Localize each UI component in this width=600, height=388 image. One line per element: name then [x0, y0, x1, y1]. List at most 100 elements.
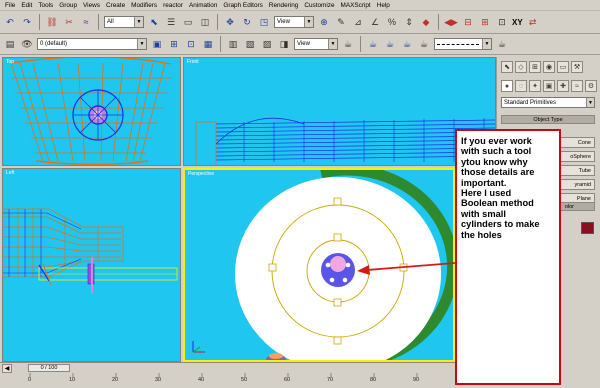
time-prev-icon[interactable]: ◀ — [2, 363, 12, 373]
spinner-snap-icon[interactable]: ⇕ — [402, 15, 416, 29]
viewport-left-label[interactable]: Left — [6, 170, 14, 176]
create-tab-icon[interactable]: ⬉ — [501, 61, 513, 73]
menu-file[interactable]: File — [2, 2, 18, 9]
menu-help[interactable]: Help — [374, 2, 393, 9]
normal-align-icon[interactable]: ⊞ — [478, 15, 492, 29]
bind-space-warp-icon[interactable]: ≈ — [79, 15, 93, 29]
lights-icon[interactable]: ✦ — [529, 80, 541, 92]
left-viewport-drawing — [3, 208, 178, 293]
percent-snap-icon[interactable]: % — [385, 15, 399, 29]
mirror-icon[interactable]: ◀▶ — [444, 15, 458, 29]
menu-graph-editors[interactable]: Graph Editors — [220, 2, 265, 9]
selection-filter-dropdown[interactable]: All ▼ — [104, 16, 144, 28]
select-and-move-icon[interactable]: ✥ — [223, 15, 237, 29]
redo-icon[interactable]: ↷ — [20, 15, 34, 29]
cameras-icon[interactable]: ▣ — [543, 80, 555, 92]
cone-button[interactable]: Cone — [558, 137, 595, 148]
curve-editor-icon[interactable]: ▥ — [226, 37, 240, 51]
select-link-icon[interactable]: ⛓ — [45, 15, 59, 29]
mirror-axis-icon[interactable]: ⇄ — [526, 15, 540, 29]
place-highlight-icon[interactable]: ⊡ — [495, 15, 509, 29]
modify-tab-icon[interactable]: ◇ — [515, 61, 527, 73]
select-and-scale-icon[interactable]: ◳ — [257, 15, 271, 29]
viewport-top[interactable]: Top — [2, 57, 181, 166]
material-editor-icon[interactable]: ▨ — [260, 37, 274, 51]
menu-views[interactable]: Views — [80, 2, 103, 9]
tube-button[interactable]: Tube — [558, 165, 595, 176]
menu-group[interactable]: Group — [56, 2, 80, 9]
viewport-top-label[interactable]: Top — [6, 59, 14, 65]
rectangular-selection-icon[interactable]: ▭ — [181, 15, 195, 29]
reference-coordinate-dropdown[interactable]: View ▼ — [274, 16, 314, 28]
render-setup-icon[interactable]: ◨ — [277, 37, 291, 51]
top-viewport-drawing — [10, 58, 172, 165]
active-shade-icon[interactable]: ☕ — [400, 37, 414, 51]
menu-modifiers[interactable]: Modifiers — [128, 2, 160, 9]
select-object-icon[interactable]: ⬉ — [147, 15, 161, 29]
pivot-center-icon[interactable]: ⊕ — [317, 15, 331, 29]
layer-value: 0 (default) — [40, 41, 68, 47]
menu-animation[interactable]: Animation — [186, 2, 220, 9]
viewport-front-label[interactable]: Front — [187, 59, 199, 65]
select-layer-icon[interactable]: ⊡ — [184, 37, 198, 51]
line-style-dropdown[interactable]: ▼ — [434, 38, 492, 50]
geosphere-button[interactable]: oSphere — [558, 151, 595, 162]
motion-tab-icon[interactable]: ◉ — [543, 61, 555, 73]
unlink-icon[interactable]: ✂ — [62, 15, 76, 29]
front-viewport-drawing — [195, 117, 495, 165]
named-selection-icon[interactable]: ◆ — [419, 15, 433, 29]
add-to-layer-icon[interactable]: ⊞ — [167, 37, 181, 51]
hierarchy-tab-icon[interactable]: ⊞ — [529, 61, 541, 73]
angle-snap-icon[interactable]: ∠ — [368, 15, 382, 29]
render-last-icon[interactable]: ☕ — [383, 37, 397, 51]
time-slider[interactable]: 0 / 100 — [28, 364, 70, 372]
systems-icon[interactable]: ⚙ — [585, 80, 597, 92]
display-tab-icon[interactable]: ▭ — [557, 61, 569, 73]
helpers-icon[interactable]: ✚ — [557, 80, 569, 92]
layer-dropdown[interactable]: 0 (default) ▼ — [37, 38, 147, 50]
viewport-perspective-label[interactable]: Perspective — [188, 171, 214, 177]
menu-bar: File Edit Tools Group Views Create Modif… — [0, 0, 600, 11]
object-color-swatch[interactable] — [581, 222, 594, 234]
viewport-front[interactable]: Front — [183, 57, 496, 166]
align-icon[interactable]: ⊟ — [461, 15, 475, 29]
toolbar-separator — [39, 14, 40, 30]
menu-edit[interactable]: Edit — [18, 2, 35, 9]
menu-customize[interactable]: Customize — [301, 2, 337, 9]
undo-icon[interactable]: ↶ — [3, 15, 17, 29]
render-type-dropdown[interactable]: View ▼ — [294, 38, 338, 50]
viewport-left[interactable]: Left — [2, 168, 181, 362]
menu-rendering[interactable]: Rendering — [266, 2, 302, 9]
hub-top — [330, 256, 346, 272]
environment-icon[interactable]: ☕ — [417, 37, 431, 51]
layer-visibility-icon[interactable]: 👁 — [20, 37, 34, 51]
extra-tool-icon[interactable]: ☕ — [495, 37, 509, 51]
select-and-manipulate-icon[interactable]: ✎ — [334, 15, 348, 29]
set-current-layer-icon[interactable]: ▦ — [201, 37, 215, 51]
track-tick-label: 0 — [28, 377, 32, 383]
quick-render-icon[interactable]: ☕ — [341, 37, 355, 51]
utilities-tab-icon[interactable]: ⚒ — [571, 61, 583, 73]
render-scene-icon[interactable]: ☕ — [366, 37, 380, 51]
axis-constraint-xy[interactable]: XY — [512, 18, 523, 27]
menu-maxscript[interactable]: MAXScript — [338, 2, 374, 9]
select-and-rotate-icon[interactable]: ↻ — [240, 15, 254, 29]
layer-manager-icon[interactable]: ▤ — [3, 37, 17, 51]
menu-reactor[interactable]: reactor — [160, 2, 186, 9]
snap-toggle-icon[interactable]: ⊿ — [351, 15, 365, 29]
menu-create[interactable]: Create — [103, 2, 128, 9]
track-bar[interactable]: 0 10 20 30 40 50 60 70 80 90 — [0, 373, 455, 388]
select-by-name-icon[interactable]: ☰ — [164, 15, 178, 29]
toolbar-separator — [98, 14, 99, 30]
geometry-icon[interactable]: ● — [501, 80, 513, 92]
primitive-category-dropdown[interactable]: Standard Primitives ▼ — [501, 97, 595, 108]
menu-tools[interactable]: Tools — [35, 2, 56, 9]
shapes-icon[interactable]: ◌ — [515, 80, 527, 92]
pyramid-button[interactable]: yramid — [558, 179, 595, 190]
space-warps-icon[interactable]: ≈ — [571, 80, 583, 92]
window-crossing-icon[interactable]: ◫ — [198, 15, 212, 29]
schematic-view-icon[interactable]: ▧ — [243, 37, 257, 51]
create-layer-icon[interactable]: ▣ — [150, 37, 164, 51]
object-type-rollout[interactable]: Object Type — [501, 115, 595, 124]
viewport-perspective[interactable]: Perspective — [183, 168, 455, 362]
